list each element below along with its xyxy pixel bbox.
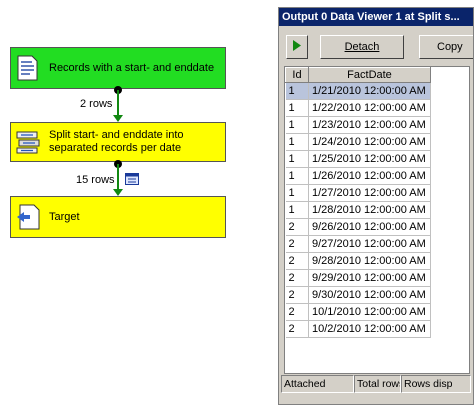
detach-button[interactable]: Detach: [320, 35, 404, 59]
cell-factdate[interactable]: 10/2/2010 12:00:00 AM: [308, 320, 431, 338]
task-target[interactable]: Target: [10, 196, 226, 238]
table-row[interactable]: 2 10/1/2010 12:00:00 AM: [285, 303, 431, 321]
cell-factdate[interactable]: 1/26/2010 12:00:00 AM: [308, 167, 431, 185]
grid-header-row: Id FactDate: [285, 67, 431, 83]
table-row[interactable]: 2 9/29/2010 12:00:00 AM: [285, 269, 431, 287]
table-row[interactable]: 2 9/30/2010 12:00:00 AM: [285, 286, 431, 304]
play-button[interactable]: [286, 35, 308, 59]
split-icon: [11, 123, 45, 161]
task-label: Target: [49, 210, 80, 223]
task-split[interactable]: Split start- and enddate into separated …: [10, 122, 226, 162]
cell-factdate[interactable]: 9/29/2010 12:00:00 AM: [308, 269, 431, 287]
data-viewer-window[interactable]: Output 0 Data Viewer 1 at Split s... Det…: [278, 7, 474, 405]
cell-id[interactable]: 1: [285, 99, 309, 117]
cell-factdate[interactable]: 9/30/2010 12:00:00 AM: [308, 286, 431, 304]
task-label: Split start- and enddate into separated …: [49, 129, 184, 154]
cell-factdate[interactable]: 9/28/2010 12:00:00 AM: [308, 252, 431, 270]
destination-icon: [11, 197, 45, 237]
table-row[interactable]: 2 9/26/2010 12:00:00 AM: [285, 218, 431, 236]
table-row[interactable]: 2 9/27/2010 12:00:00 AM: [285, 235, 431, 253]
table-row[interactable]: 1 1/23/2010 12:00:00 AM: [285, 116, 431, 134]
arrowhead-icon: [113, 189, 123, 196]
cell-id[interactable]: 1: [285, 201, 309, 219]
cell-id[interactable]: 2: [285, 320, 309, 338]
status-attached: Attached: [281, 375, 354, 393]
cell-factdate[interactable]: 1/27/2010 12:00:00 AM: [308, 184, 431, 202]
cell-id[interactable]: 2: [285, 286, 309, 304]
cell-factdate[interactable]: 1/22/2010 12:00:00 AM: [308, 99, 431, 117]
cell-id[interactable]: 1: [285, 133, 309, 151]
table-row[interactable]: 2 10/2/2010 12:00:00 AM: [285, 320, 431, 338]
data-grid[interactable]: Id FactDate 1 1/21/2010 12:00:00 AM 1 1/22/…: [284, 66, 470, 374]
task-label: Records with a start- and enddate: [49, 61, 215, 74]
path-rowcount: 15 rows: [76, 174, 115, 186]
column-header-id[interactable]: Id: [285, 67, 309, 83]
copy-button[interactable]: Copy: [419, 35, 473, 59]
cell-id[interactable]: 2: [285, 218, 309, 236]
table-row[interactable]: 1 1/21/2010 12:00:00 AM: [285, 82, 431, 100]
cell-factdate[interactable]: 1/28/2010 12:00:00 AM: [308, 201, 431, 219]
table-row[interactable]: 1 1/24/2010 12:00:00 AM: [285, 133, 431, 151]
cell-id[interactable]: 1: [285, 167, 309, 185]
arrowhead-icon: [113, 115, 123, 122]
cell-id[interactable]: 1: [285, 116, 309, 134]
play-icon: [293, 40, 301, 54]
cell-id[interactable]: 2: [285, 269, 309, 287]
cell-id[interactable]: 1: [285, 184, 309, 202]
cell-id[interactable]: 2: [285, 235, 309, 253]
table-row[interactable]: 2 9/28/2010 12:00:00 AM: [285, 252, 431, 270]
table-row[interactable]: 1 1/27/2010 12:00:00 AM: [285, 184, 431, 202]
task-source[interactable]: Records with a start- and enddate: [10, 47, 226, 89]
status-rows-displayed: Rows disp: [401, 375, 471, 393]
source-icon: [11, 48, 45, 88]
column-header-factdate[interactable]: FactDate: [308, 67, 431, 83]
path-line[interactable]: [117, 90, 119, 116]
table-row[interactable]: 1 1/25/2010 12:00:00 AM: [285, 150, 431, 168]
path-rowcount: 2 rows: [80, 98, 113, 110]
table-row[interactable]: 1 1/22/2010 12:00:00 AM: [285, 99, 431, 117]
table-row[interactable]: 1 1/28/2010 12:00:00 AM: [285, 201, 431, 219]
cell-id[interactable]: 2: [285, 252, 309, 270]
cell-id[interactable]: 1: [285, 82, 309, 100]
cell-factdate[interactable]: 10/1/2010 12:00:00 AM: [308, 303, 431, 321]
cell-factdate[interactable]: 1/21/2010 12:00:00 AM: [308, 82, 431, 100]
path-line[interactable]: [117, 164, 119, 190]
table-row[interactable]: 1 1/26/2010 12:00:00 AM: [285, 167, 431, 185]
cell-factdate[interactable]: 9/26/2010 12:00:00 AM: [308, 218, 431, 236]
cell-id[interactable]: 2: [285, 303, 309, 321]
window-title[interactable]: Output 0 Data Viewer 1 at Split s...: [279, 8, 473, 26]
data-viewer-icon[interactable]: [125, 173, 139, 188]
cell-factdate[interactable]: 9/27/2010 12:00:00 AM: [308, 235, 431, 253]
cell-factdate[interactable]: 1/23/2010 12:00:00 AM: [308, 116, 431, 134]
status-bar: Attached Total rows Rows disp: [281, 375, 471, 393]
status-total-rows: Total rows: [354, 375, 401, 393]
cell-id[interactable]: 1: [285, 150, 309, 168]
cell-factdate[interactable]: 1/25/2010 12:00:00 AM: [308, 150, 431, 168]
cell-factdate[interactable]: 1/24/2010 12:00:00 AM: [308, 133, 431, 151]
